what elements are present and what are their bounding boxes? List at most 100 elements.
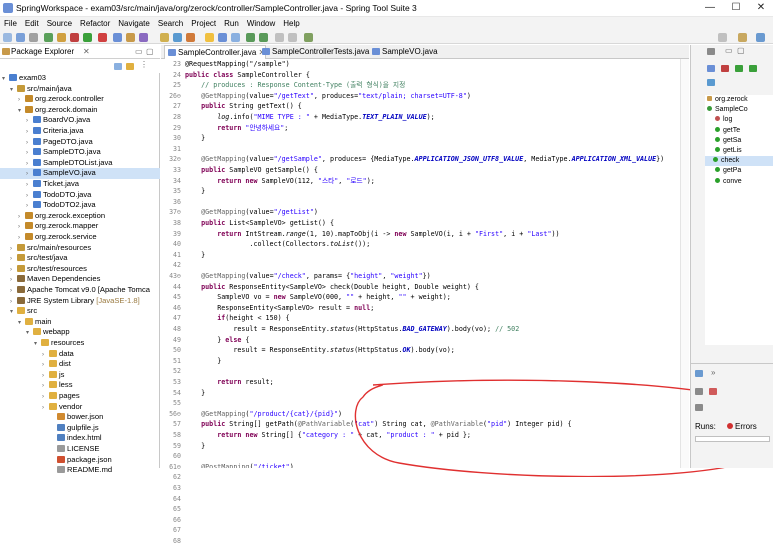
menu-edit[interactable]: Edit — [21, 17, 43, 31]
maximize-view-icon[interactable]: ▢ — [146, 47, 154, 56]
tree-item[interactable]: › Criteria.java — [26, 126, 84, 137]
minimize-button[interactable]: — — [697, 1, 723, 15]
expand-arrow-icon[interactable]: ▾ — [18, 318, 25, 329]
tree-item[interactable]: ▾ main — [18, 317, 51, 328]
tree-item[interactable]: › vendor — [42, 402, 82, 413]
close-button[interactable]: ✕ — [748, 1, 773, 15]
tree-item[interactable]: › Maven Dependencies — [10, 274, 100, 285]
search-icon[interactable] — [173, 33, 182, 42]
package-explorer-tab[interactable]: Package Explorer ✕ ▭ ▢ — [0, 45, 160, 59]
tree-item[interactable]: › PageDTO.java — [26, 137, 93, 148]
tree-item[interactable]: › org.zerock.controller — [18, 94, 104, 105]
outline-view-icon[interactable] — [707, 48, 715, 55]
prev-annotation-icon[interactable] — [259, 33, 268, 42]
hide-local-types-icon[interactable] — [707, 79, 715, 86]
highlight-icon[interactable] — [205, 33, 214, 42]
tree-item[interactable]: › less — [42, 380, 73, 391]
close-view-icon[interactable]: ✕ — [83, 47, 90, 56]
menu-run[interactable]: Run — [220, 17, 243, 31]
history-icon[interactable] — [695, 404, 703, 411]
build-icon[interactable] — [57, 33, 66, 42]
outline-item[interactable]: getTe — [707, 126, 740, 136]
hide-static-icon[interactable] — [735, 65, 743, 72]
back-icon[interactable] — [275, 33, 284, 42]
quick-access-icon[interactable] — [718, 33, 727, 42]
editor-tab[interactable]: SampleController.java ✕ — [164, 45, 267, 59]
tree-item[interactable]: › Ticket.java — [26, 179, 79, 190]
package-icon[interactable] — [126, 33, 135, 42]
expand-arrow-icon[interactable]: ▾ — [26, 328, 33, 339]
outline-item[interactable]: getLis — [707, 146, 742, 156]
rerun-icon[interactable] — [709, 388, 717, 395]
pin-editor-icon[interactable] — [304, 33, 313, 42]
tree-item[interactable]: › TodoDTO2.java — [26, 200, 96, 211]
stop-icon[interactable] — [98, 33, 107, 42]
tree-item[interactable]: bower.json — [50, 412, 103, 423]
java-ee-perspective-icon[interactable] — [738, 33, 747, 42]
tree-item[interactable]: › Apache Tomcat v9.0 [Apache Tomca — [10, 285, 150, 296]
run-icon[interactable] — [83, 33, 92, 42]
tree-item[interactable]: ▾ webapp — [26, 327, 70, 338]
expand-arrow-icon[interactable]: ▾ — [10, 85, 17, 96]
toggle-mark-icon[interactable] — [218, 33, 227, 42]
tree-item[interactable]: › org.zerock.service — [18, 232, 97, 243]
link-with-editor-icon[interactable] — [126, 63, 134, 70]
new-icon[interactable] — [3, 33, 12, 42]
menu-refactor[interactable]: Refactor — [76, 17, 114, 31]
tree-item[interactable]: ▾ resources — [34, 338, 84, 349]
view-menu-icon[interactable]: ⋮ — [140, 60, 148, 69]
menu-window[interactable]: Window — [243, 17, 279, 31]
outline-item[interactable]: org.zerock — [707, 95, 748, 105]
tree-item[interactable]: ▾ exam03 — [2, 73, 46, 84]
tree-item[interactable]: › org.zerock.exception — [18, 211, 105, 222]
minimize-view-icon[interactable]: ▭ — [135, 47, 143, 56]
tree-item[interactable]: gulpfile.js — [50, 423, 99, 434]
outline-item[interactable]: conve — [707, 177, 742, 187]
outline-item[interactable]: log — [707, 115, 732, 125]
tree-item[interactable]: index.html — [50, 433, 102, 444]
tree-item[interactable]: › org.zerock.mapper — [18, 221, 98, 232]
minimize-outline-icon[interactable]: ▭ — [725, 46, 733, 55]
next-failure-icon[interactable] — [695, 388, 703, 395]
new-java-icon[interactable] — [113, 33, 122, 42]
annotation-icon[interactable] — [186, 33, 195, 42]
outline-item[interactable]: getSa — [707, 136, 741, 146]
tree-item[interactable]: › JRE System Library [JavaSE-1.8] — [10, 296, 140, 307]
debug-icon[interactable] — [70, 33, 79, 42]
maximize-outline-icon[interactable]: ▢ — [737, 46, 745, 55]
menu-search[interactable]: Search — [154, 17, 187, 31]
outline-item[interactable]: check — [705, 156, 773, 167]
java-perspective-icon[interactable] — [756, 33, 765, 42]
junit-view-menu-icon[interactable]: » — [711, 368, 715, 377]
junit-icon[interactable] — [695, 370, 703, 377]
menu-navigate[interactable]: Navigate — [114, 17, 154, 31]
tree-item[interactable]: › src/main/resources — [10, 243, 91, 254]
tree-item[interactable]: ▾ src/main/java — [10, 84, 72, 95]
tree-item[interactable]: › js — [42, 370, 64, 381]
hide-non-public-icon[interactable] — [749, 65, 757, 72]
tree-item[interactable]: ▾ src — [10, 306, 37, 317]
tree-item[interactable]: › src/test/resources — [10, 264, 87, 275]
menu-file[interactable]: File — [0, 17, 21, 31]
menu-source[interactable]: Source — [43, 17, 76, 31]
editor-tab[interactable]: SampleControllerTests.java — [259, 45, 369, 59]
expand-arrow-icon[interactable]: ▾ — [18, 106, 25, 117]
tree-item[interactable]: ▾ org.zerock.domain — [18, 105, 97, 116]
tree-item[interactable]: › dist — [42, 359, 71, 370]
menu-project[interactable]: Project — [187, 17, 220, 31]
show-whitespace-icon[interactable] — [231, 33, 240, 42]
tree-item[interactable]: README.md — [50, 465, 112, 476]
save-icon[interactable] — [16, 33, 25, 42]
menu-help[interactable]: Help — [279, 17, 303, 31]
tree-item[interactable]: › TodoDTO.java — [26, 190, 91, 201]
tree-item[interactable]: › SampleDTO.java — [26, 147, 101, 158]
outline-item[interactable]: SampleCo — [707, 105, 748, 115]
tree-item[interactable]: LICENSE — [50, 444, 100, 455]
editor-tab[interactable]: SampleVO.java — [369, 45, 438, 59]
collapse-all-icon[interactable] — [114, 63, 122, 70]
next-annotation-icon[interactable] — [246, 33, 255, 42]
expand-arrow-icon[interactable]: ▾ — [34, 339, 41, 350]
tree-item[interactable]: › data — [42, 349, 74, 360]
tree-item[interactable]: › BoardVO.java — [26, 115, 90, 126]
sort-icon[interactable] — [707, 65, 715, 72]
